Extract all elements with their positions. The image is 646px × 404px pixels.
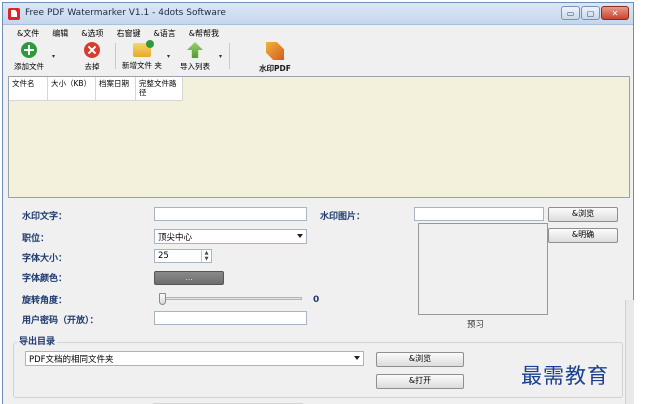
close-button[interactable]: ✕: [601, 6, 629, 20]
side-scroll-strip[interactable]: [625, 300, 634, 404]
minimize-button[interactable]: ▭: [561, 6, 580, 20]
file-list-header: 文件名 大小（KB） 档案日期 完整文件路径: [9, 77, 183, 101]
new-folder-dropdown-icon[interactable]: ▾: [167, 53, 170, 60]
menu-help[interactable]: &帮帮我: [189, 28, 219, 39]
chevron-down-icon: [297, 234, 303, 238]
menu-context[interactable]: 右窗键: [117, 28, 141, 39]
column-header-date[interactable]: 档案日期: [96, 77, 136, 101]
font-color-label: 字体颜色：: [22, 274, 68, 284]
preview-box: [418, 223, 548, 315]
toolbar-separator: [115, 43, 116, 69]
menu-bar: &文件 编辑 &选项 右窗键 &语言 &帮帮我: [3, 26, 633, 40]
font-color-button[interactable]: ...: [154, 271, 224, 285]
add-files-dropdown-icon[interactable]: ▾: [52, 53, 55, 60]
menu-file[interactable]: &文件: [17, 28, 39, 39]
rotation-slider-thumb[interactable]: [159, 293, 166, 305]
menu-options[interactable]: &选项: [81, 28, 103, 39]
output-folder-select[interactable]: PDF文档的相同文件夹: [25, 351, 364, 366]
file-list[interactable]: 文件名 大小（KB） 档案日期 完整文件路径: [8, 76, 630, 198]
app-window: Free PDF Watermarker V1.1 - 4dots Softwa…: [2, 2, 634, 404]
remove-icon: [84, 42, 100, 58]
maximize-button[interactable]: ▢: [581, 6, 600, 20]
chevron-down-icon: [354, 356, 360, 360]
new-folder-button[interactable]: 新增文件 夹: [119, 40, 165, 71]
watermark-pdf-label: 水印PDF: [259, 64, 291, 73]
new-folder-label: 新增文件 夹: [122, 61, 162, 70]
rotation-label: 旋转角度：: [22, 296, 68, 306]
watermark-image-input[interactable]: [414, 207, 544, 221]
stepper-buttons: ▲ ▼: [201, 250, 211, 262]
column-header-size[interactable]: 大小（KB）: [48, 77, 96, 101]
output-open-button[interactable]: &打开: [376, 374, 464, 389]
font-size-label: 字体大小：: [22, 254, 68, 264]
import-list-button[interactable]: 导入列表: [175, 40, 215, 72]
menu-language[interactable]: &语言: [154, 28, 176, 39]
window-controls: ▭ ▢ ✕: [561, 6, 629, 20]
watermark-text-label: 水印文字：: [22, 212, 68, 222]
pdf-app-icon: [8, 8, 20, 20]
user-password-label: 用户密码（开放）：: [22, 316, 99, 326]
user-password-input[interactable]: [154, 311, 307, 325]
image-browse-button[interactable]: &浏览: [548, 207, 618, 222]
watermark-text-input[interactable]: [154, 207, 307, 221]
stepper-down-icon[interactable]: ▼: [202, 256, 211, 262]
toolbar-separator: [229, 43, 230, 69]
column-header-fullpath[interactable]: 完整文件路径: [136, 77, 183, 101]
output-browse-button[interactable]: &浏览: [376, 352, 464, 367]
preview-label: 预习: [467, 320, 485, 330]
window-title: Free PDF Watermarker V1.1 - 4dots Softwa…: [25, 8, 226, 18]
font-size-value: 25: [158, 251, 169, 261]
column-header-filename[interactable]: 文件名: [9, 77, 48, 101]
folder-add-icon: [133, 40, 154, 57]
output-folder-value: PDF文档的相同文件夹: [29, 355, 114, 365]
remove-label: 去掉: [84, 62, 100, 71]
output-group-title: 导出目录: [17, 334, 58, 347]
position-value: 顶尖中心: [158, 233, 193, 243]
watermark-image-label: 水印图片：: [320, 212, 366, 222]
position-select[interactable]: 顶尖中心: [154, 229, 307, 244]
import-list-label: 导入列表: [180, 62, 210, 71]
menu-edit[interactable]: 编辑: [52, 28, 68, 39]
watermark-pdf-button[interactable]: 水印PDF: [255, 40, 295, 74]
rotation-slider-track[interactable]: [160, 297, 302, 300]
import-icon: [187, 42, 203, 58]
watermark-icon: [266, 42, 284, 60]
add-files-button[interactable]: 添加文件: [9, 40, 49, 72]
import-list-dropdown-icon[interactable]: ▾: [219, 53, 222, 60]
rotation-value: 0: [313, 295, 320, 305]
remove-button[interactable]: 去掉: [75, 40, 109, 72]
overlay-logo: 最需教育: [521, 364, 609, 388]
toolbar: 添加文件 ▾ 去掉 新增文件 夹 ▾ 导入列表 ▾ 水印PDF: [3, 40, 633, 74]
font-size-stepper[interactable]: 25 ▲ ▼: [154, 249, 212, 263]
add-icon: [21, 42, 37, 58]
title-bar[interactable]: Free PDF Watermarker V1.1 - 4dots Softwa…: [3, 3, 633, 25]
position-label: 职位：: [22, 234, 50, 244]
add-files-label: 添加文件: [14, 62, 44, 71]
image-clear-button[interactable]: &明确: [548, 228, 618, 243]
